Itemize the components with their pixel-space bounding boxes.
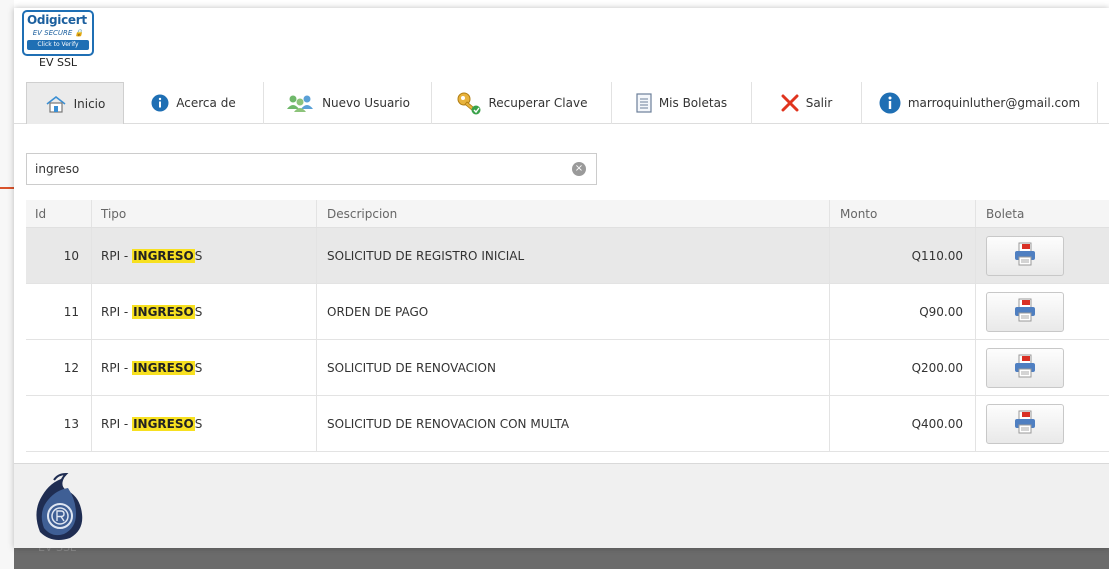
header-tipo[interactable]: Tipo <box>92 200 317 227</box>
click-to-verify[interactable]: Click to Verify <box>27 40 89 50</box>
key-icon <box>456 91 482 115</box>
cell-boleta <box>976 340 1109 395</box>
print-pdf-button[interactable] <box>986 403 1064 444</box>
cell-descripcion: SOLICITUD DE RENOVACION <box>317 340 830 395</box>
pdf-printer-icon <box>1013 298 1037 325</box>
ev-ssl-label: EV SSL <box>39 56 78 69</box>
header-boleta[interactable]: Boleta <box>976 200 1109 227</box>
cell-monto: Q400.00 <box>830 396 976 451</box>
close-icon <box>781 94 799 112</box>
cell-id: 11 <box>26 284 92 339</box>
cell-id: 13 <box>26 396 92 451</box>
nav-label: Acerca de <box>176 96 236 110</box>
cell-tipo: RPI - INGRESO S <box>92 284 317 339</box>
nav-label: marroquinluther@gmail.com <box>907 96 1081 110</box>
nav-item-acerca[interactable]: Acerca de <box>124 82 264 124</box>
registry-logo-icon <box>30 472 88 545</box>
clear-search-icon[interactable]: × <box>572 162 586 176</box>
header-monto[interactable]: Monto <box>830 200 976 227</box>
search-highlight: INGRESO <box>132 248 195 263</box>
nav-label: Recuperar Clave <box>488 96 588 110</box>
cell-monto: Q110.00 <box>830 228 976 283</box>
cell-tipo: RPI - INGRESO S <box>92 228 317 283</box>
cell-id: 10 <box>26 228 92 283</box>
table-row[interactable]: 11 RPI - INGRESO S ORDEN DE PAGO Q90.00 <box>26 284 1109 340</box>
print-pdf-button[interactable] <box>986 291 1064 332</box>
search-input[interactable] <box>27 154 567 184</box>
cell-boleta <box>976 284 1109 339</box>
header: Odigicert EV SECURE 🔒 Click to Verify EV… <box>14 8 1109 82</box>
pdf-printer-icon <box>1013 354 1037 381</box>
search-highlight: INGRESO <box>132 304 195 319</box>
nav-item-user-account[interactable]: marroquinluther@gmail.com <box>862 82 1098 124</box>
table-row[interactable]: 10 RPI - INGRESO S SOLICITUD DE REGISTRO … <box>26 228 1109 284</box>
nav-label: Inicio <box>73 96 106 111</box>
pdf-printer-icon <box>1013 242 1037 269</box>
cell-boleta <box>976 228 1109 283</box>
nav-item-inicio[interactable]: Inicio <box>26 82 124 124</box>
print-pdf-button[interactable] <box>986 347 1064 388</box>
cell-tipo: RPI - INGRESO S <box>92 340 317 395</box>
cell-descripcion: SOLICITUD DE REGISTRO INICIAL <box>317 228 830 283</box>
nav-item-nuevo-usuario[interactable]: Nuevo Usuario <box>264 82 432 124</box>
nav-label: Mis Boletas <box>658 96 728 110</box>
results-table: Id Tipo Descripcion Monto Boleta 10 RPI … <box>26 200 1109 452</box>
digicert-seal[interactable]: Odigicert EV SECURE 🔒 Click to Verify <box>22 10 94 56</box>
info-icon <box>151 94 169 112</box>
nav-bar: Inicio Acerca de Nuevo Usuario Recuperar… <box>14 82 1109 124</box>
digicert-logo: Odigicert <box>27 13 87 27</box>
users-icon <box>285 93 315 113</box>
background-left-strip <box>0 0 14 569</box>
cell-monto: Q90.00 <box>830 284 976 339</box>
cell-descripcion: SOLICITUD DE RENOVACION CON MULTA <box>317 396 830 451</box>
search-highlight: INGRESO <box>132 416 195 431</box>
modal-window: Odigicert EV SECURE 🔒 Click to Verify EV… <box>14 8 1109 548</box>
nav-item-mis-boletas[interactable]: Mis Boletas <box>612 82 752 124</box>
ev-secure-text: EV SECURE 🔒 <box>32 29 84 37</box>
print-pdf-button[interactable] <box>986 235 1064 276</box>
cell-monto: Q200.00 <box>830 340 976 395</box>
modal-footer <box>14 463 1109 548</box>
nav-item-recuperar-clave[interactable]: Recuperar Clave <box>432 82 612 124</box>
document-icon <box>636 93 652 113</box>
table-header: Id Tipo Descripcion Monto Boleta <box>26 200 1109 228</box>
home-icon <box>45 95 67 113</box>
cell-id: 12 <box>26 340 92 395</box>
pdf-printer-icon <box>1013 410 1037 437</box>
search-highlight: INGRESO <box>132 360 195 375</box>
cell-descripcion: ORDEN DE PAGO <box>317 284 830 339</box>
nav-label: Salir <box>805 96 833 110</box>
cell-tipo: RPI - INGRESO S <box>92 396 317 451</box>
nav-item-salir[interactable]: Salir <box>752 82 862 124</box>
table-row[interactable]: 13 RPI - INGRESO S SOLICITUD DE RENOVACIO… <box>26 396 1109 452</box>
info-icon <box>879 92 901 114</box>
table-row[interactable]: 12 RPI - INGRESO S SOLICITUD DE RENOVACIO… <box>26 340 1109 396</box>
nav-label: Nuevo Usuario <box>322 96 410 110</box>
search-field[interactable]: × <box>26 153 597 185</box>
header-id[interactable]: Id <box>26 200 92 227</box>
cell-boleta <box>976 396 1109 451</box>
background-footer-bar <box>14 548 1109 569</box>
header-descripcion[interactable]: Descripcion <box>317 200 830 227</box>
